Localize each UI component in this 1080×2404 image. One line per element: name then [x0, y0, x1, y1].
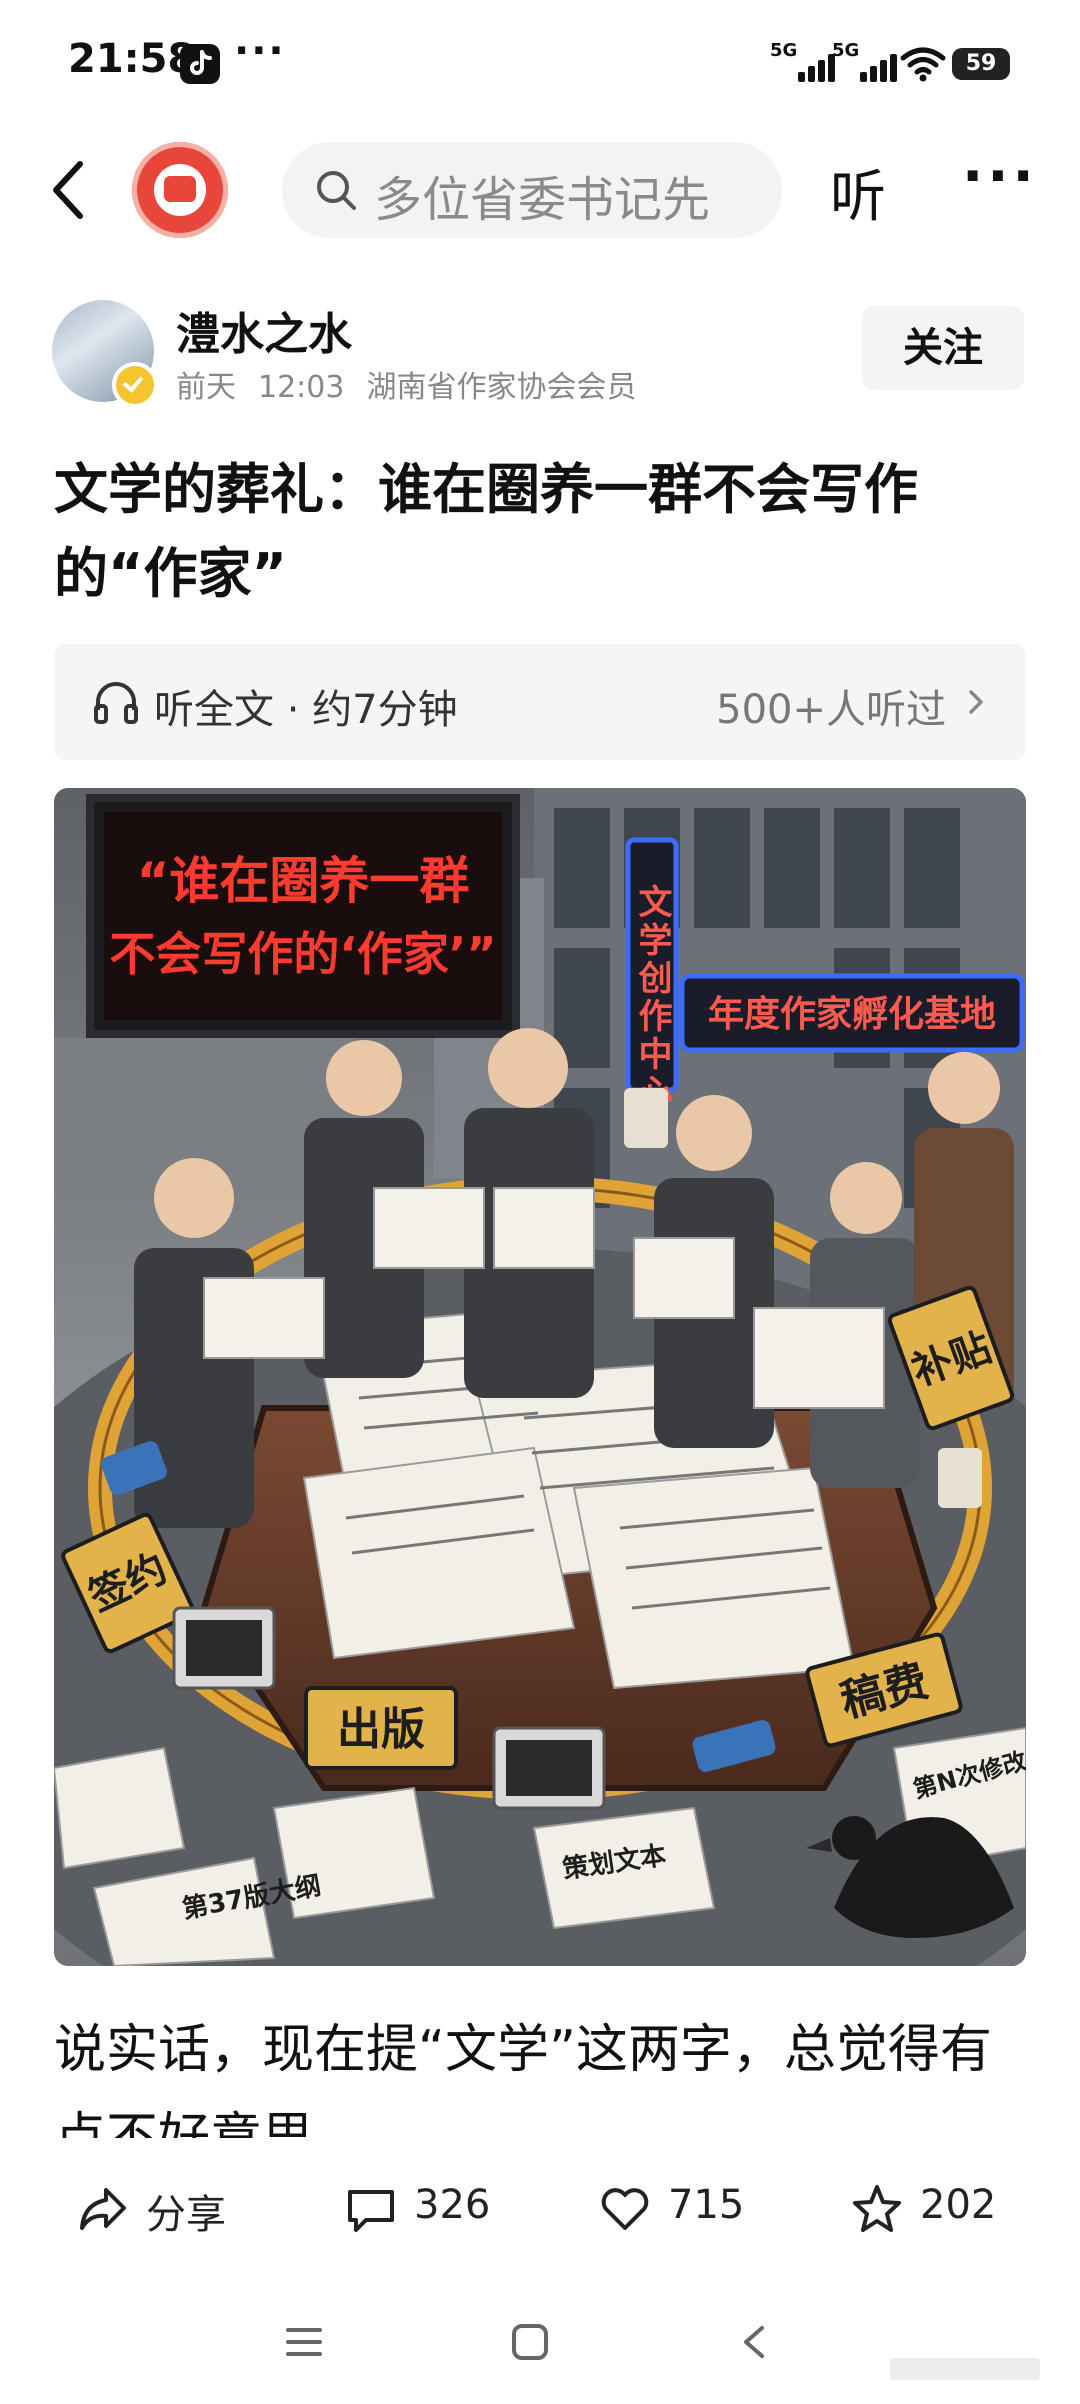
- status-more-icon: ···: [234, 28, 286, 74]
- more-options-button[interactable]: ···: [962, 144, 1038, 209]
- system-navigation-bar: [0, 2280, 1080, 2404]
- comment-button[interactable]: 326: [344, 2178, 524, 2238]
- status-time: 21:58: [68, 36, 196, 82]
- share-button[interactable]: 分享: [76, 2178, 276, 2238]
- author-title: 湖南省作家协会会员: [366, 370, 637, 405]
- search-icon: [317, 171, 356, 210]
- battery-icon: 59: [952, 48, 1010, 80]
- post-date: 前天: [176, 370, 236, 405]
- author-meta: 前天 12:03 湖南省作家协会会员: [176, 362, 658, 406]
- signal-2-label: 5G: [832, 40, 860, 61]
- led-sign-line-1: “谁在圈养一群: [137, 852, 470, 910]
- back-icon[interactable]: [736, 2322, 772, 2362]
- favorite-button[interactable]: 202: [850, 2178, 1030, 2238]
- article-illustration[interactable]: “谁在圈养一群 不会写作的‘作家’” 文学创作中心 年度作家孵化基地 签约 出版…: [54, 788, 1026, 1966]
- share-icon: [80, 2188, 126, 2230]
- home-icon[interactable]: [510, 2322, 550, 2362]
- article-title: 文学的葬礼：谁在圈养一群不会写作的“作家”: [54, 458, 918, 605]
- sign-label-publish: 出版: [337, 1704, 425, 1755]
- comment-icon: [348, 2190, 394, 2232]
- heart-icon: [601, 2188, 649, 2230]
- wifi-icon: [900, 47, 946, 82]
- vertical-neon-sign: 文学创作中心: [632, 884, 673, 1112]
- search-bar[interactable]: 多位省委书记先: [282, 142, 782, 238]
- headphone-icon: [94, 682, 138, 724]
- listen-button[interactable]: 听: [830, 152, 886, 233]
- horizontal-neon-sign: 年度作家孵化基地: [708, 994, 996, 1035]
- led-sign-line-2: 不会写作的‘作家’”: [109, 927, 496, 981]
- like-count: 715: [668, 2182, 745, 2228]
- tiktok-icon: [180, 44, 220, 84]
- screen: 21:58 ··· 5G 5G 59 多位省委书记先 听 ··· 澧水之水 前天…: [0, 0, 1080, 2404]
- share-label: 分享: [146, 2192, 226, 2238]
- chevron-right-icon: [969, 690, 983, 714]
- listen-full-article-bar[interactable]: 听全文 · 约7分钟 500+人听过: [54, 644, 1026, 760]
- watermark: [890, 2358, 1040, 2380]
- article-body: 说实话，现在提“文学”这两字，总觉得有点不好意思。: [54, 2020, 992, 2138]
- listen-duration-label: 听全文 · 约7分钟: [154, 687, 458, 733]
- chevron-left-icon: [53, 161, 83, 219]
- author-name[interactable]: 澧水之水: [176, 298, 352, 362]
- menu-icon[interactable]: [284, 2324, 324, 2360]
- follow-button[interactable]: 关注: [862, 306, 1024, 390]
- top-navigation: 多位省委书记先 听 ···: [0, 130, 1080, 250]
- action-bar: 分享 326 715 202: [0, 2158, 1080, 2254]
- verified-badge-icon: [112, 362, 158, 408]
- star-icon: [853, 2185, 901, 2232]
- signal-1-label: 5G: [770, 40, 798, 61]
- status-bar: 21:58 ··· 5G 5G 59: [0, 0, 1080, 130]
- comment-count: 326: [414, 2182, 491, 2228]
- status-indicators: 5G 5G 59: [770, 40, 1010, 88]
- illustration-artwork: “谁在圈养一群 不会写作的‘作家’” 文学创作中心 年度作家孵化基地 签约 出版…: [54, 788, 1026, 1966]
- post-time: 12:03: [258, 370, 345, 405]
- favorite-count: 202: [920, 2182, 997, 2228]
- like-button[interactable]: 715: [598, 2178, 778, 2238]
- app-logo[interactable]: [132, 142, 228, 238]
- search-placeholder: 多位省委书记先: [374, 172, 711, 228]
- listen-count: 500+人听过: [716, 687, 946, 733]
- back-button[interactable]: [40, 150, 100, 230]
